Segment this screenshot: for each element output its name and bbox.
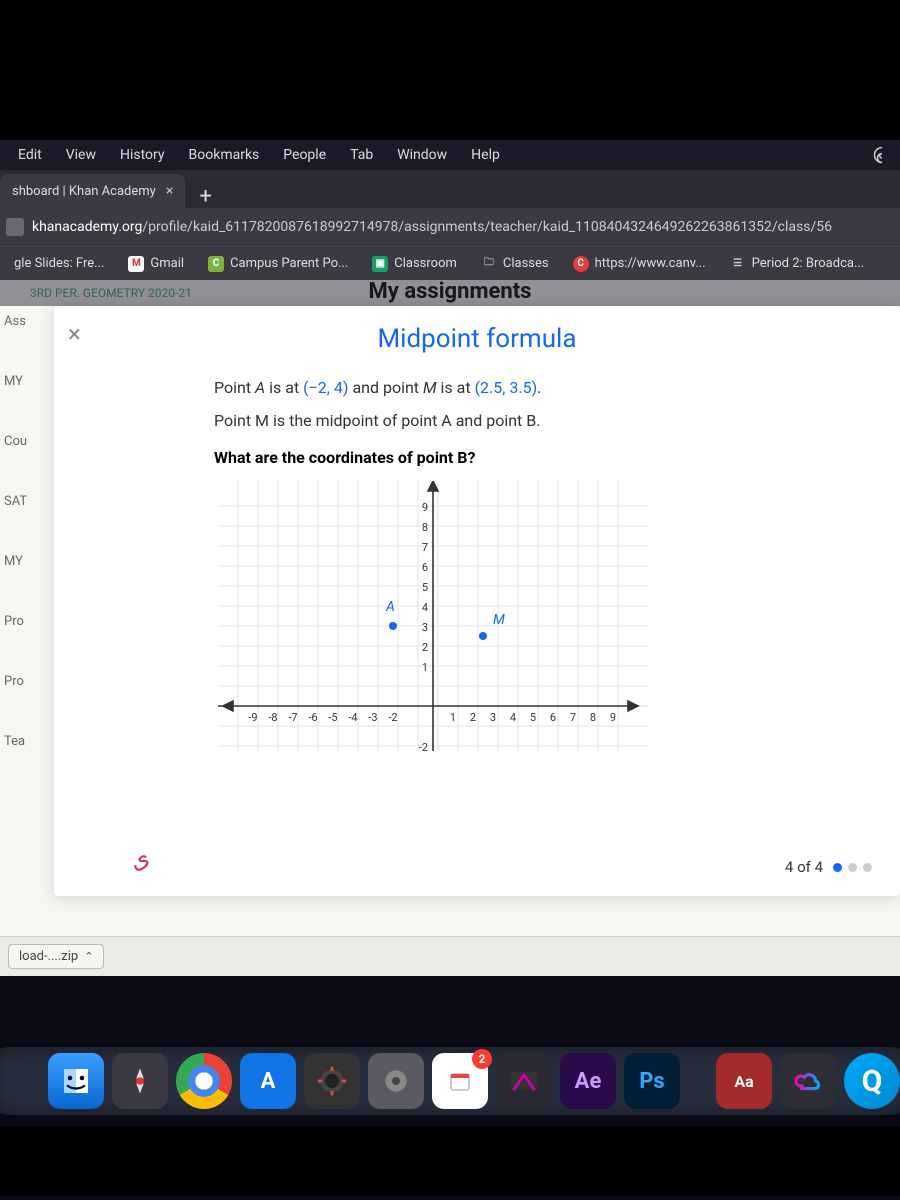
menu-window[interactable]: Window — [387, 143, 457, 167]
dock-calendar-icon[interactable]: 2 — [432, 1053, 488, 1109]
bookmark-classroom[interactable]: ▣Classroom — [362, 252, 467, 276]
menu-tab[interactable]: Tab — [340, 143, 383, 167]
svg-text:2: 2 — [470, 711, 476, 724]
gmail-icon: M — [128, 256, 144, 272]
bookmarks-bar: gle Slides: Fre... MGmail CCampus Parent… — [0, 246, 900, 280]
dock-finalcut-icon[interactable] — [496, 1053, 552, 1109]
browser-tab[interactable]: shboard | Khan Academy × — [0, 174, 185, 208]
download-filename: load-....zip — [19, 949, 78, 964]
dock-creativecloud-icon[interactable] — [780, 1053, 836, 1109]
download-chip[interactable]: load-....zip ⌃ — [8, 944, 104, 969]
problem-line-2: Point M is the midpoint of point A and p… — [214, 411, 854, 430]
address-bar[interactable]: khanacademy.org/profile/kaid_61178200876… — [0, 208, 900, 246]
sidebar-fragments: Ass MY Cou SAT MY Pro Pro Tea — [0, 306, 44, 786]
svg-text:7: 7 — [422, 541, 428, 554]
class-name: 3RD PER. GEOMETRY 2020-21 — [30, 286, 192, 300]
progress-dot — [833, 863, 842, 872]
macos-dock: A 2 Ae Ps Aa Q — [0, 1047, 900, 1115]
notification-badge: 2 — [472, 1049, 492, 1069]
svg-text:3: 3 — [490, 711, 496, 724]
dock-quickbooks-icon[interactable]: Q — [844, 1053, 900, 1109]
svg-text:-2: -2 — [419, 741, 428, 751]
svg-text:9: 9 — [610, 711, 616, 724]
coordinate-graph[interactable]: 9 8 7 6 5 4 3 2 1 -2 -9 — [218, 481, 648, 751]
progress-dot — [863, 863, 872, 872]
close-modal-button[interactable]: × — [68, 320, 81, 348]
svg-text:8: 8 — [422, 521, 428, 534]
folder-icon: 🗀 — [481, 256, 497, 272]
svg-text:9: 9 — [422, 501, 428, 514]
dock-chrome-icon[interactable] — [176, 1053, 232, 1109]
svg-text:M: M — [493, 612, 505, 628]
svg-text:4: 4 — [422, 601, 428, 614]
bookmark-campus[interactable]: CCampus Parent Po... — [198, 252, 358, 276]
svg-text:1: 1 — [450, 711, 456, 724]
svg-text:6: 6 — [550, 711, 556, 724]
svg-text:8: 8 — [590, 711, 596, 724]
svg-text:-7: -7 — [288, 711, 297, 724]
point-m[interactable] — [479, 632, 487, 640]
menubar-app-icon[interactable] — [872, 145, 892, 165]
browser-tab-strip: shboard | Khan Academy × + — [0, 170, 900, 208]
svg-text:-6: -6 — [308, 711, 317, 724]
bookmark-classes[interactable]: 🗀Classes — [471, 252, 559, 276]
dock-appstore-icon[interactable]: A — [240, 1053, 296, 1109]
macos-menu-bar: Edit View History Bookmarks People Tab W… — [0, 140, 900, 170]
svg-text:5: 5 — [422, 581, 428, 594]
menu-edit[interactable]: Edit — [8, 143, 52, 167]
new-tab-button[interactable]: + — [185, 186, 225, 208]
site-info-icon[interactable] — [6, 218, 24, 236]
svg-text:5: 5 — [530, 711, 536, 724]
svg-text:6: 6 — [422, 561, 428, 574]
menu-people[interactable]: People — [273, 143, 336, 167]
svg-text:2: 2 — [422, 641, 428, 654]
dock-dictionary-icon[interactable]: Aa — [716, 1053, 772, 1109]
bookmark-slides[interactable]: gle Slides: Fre... — [4, 252, 114, 275]
dock-settings-icon[interactable] — [368, 1053, 424, 1109]
svg-text:-8: -8 — [268, 711, 277, 724]
dock-aftereffects-icon[interactable]: Ae — [560, 1053, 616, 1109]
svg-text:-2: -2 — [388, 711, 397, 724]
problem-line-1: Point A is at (−2, 4) and point M is at … — [214, 378, 854, 397]
svg-text:-5: -5 — [328, 711, 337, 724]
menu-bookmarks[interactable]: Bookmarks — [179, 143, 270, 167]
progress-dot — [848, 863, 857, 872]
handwriting-annotation: ى — [125, 842, 154, 876]
campus-icon: C — [208, 256, 224, 272]
khan-header-strip: 3RD PER. GEOMETRY 2020-21 My assignments — [0, 280, 900, 306]
exercise-modal: × Midpoint formula Point A is at (−2, 4)… — [54, 306, 900, 896]
svg-text:-3: -3 — [368, 711, 377, 724]
close-icon[interactable]: × — [166, 183, 173, 199]
download-shelf: load-....zip ⌃ — [0, 936, 900, 976]
point-a[interactable] — [389, 622, 397, 630]
svg-text:3: 3 — [422, 621, 428, 634]
classroom-icon: ▣ — [372, 256, 388, 272]
canvas-icon: C — [573, 256, 589, 272]
page-title: My assignments — [369, 279, 532, 304]
svg-text:4: 4 — [510, 711, 516, 724]
dock-finder-icon[interactable] — [48, 1053, 104, 1109]
url-text: khanacademy.org/profile/kaid_61178200876… — [32, 219, 832, 235]
chevron-up-icon[interactable]: ⌃ — [84, 950, 93, 963]
bookmark-gmail[interactable]: MGmail — [118, 252, 194, 276]
tab-title: shboard | Khan Academy — [12, 184, 156, 199]
menu-view[interactable]: View — [56, 143, 106, 167]
problem-question: What are the coordinates of point B? — [214, 448, 854, 467]
svg-text:7: 7 — [570, 711, 576, 724]
dock-launchpad-icon[interactable] — [112, 1053, 168, 1109]
bookmark-canvas[interactable]: Chttps://www.canv... — [563, 252, 716, 276]
svg-text:A: A — [385, 599, 395, 615]
exercise-title: Midpoint formula — [54, 306, 900, 378]
svg-text:-9: -9 — [248, 711, 257, 724]
menu-help[interactable]: Help — [461, 143, 510, 167]
progress-indicator: 4 of 4 — [785, 858, 872, 876]
bookmark-period2[interactable]: ☰Period 2: Broadca... — [720, 252, 875, 276]
menu-history[interactable]: History — [110, 143, 175, 167]
dock-photoshop-icon[interactable]: Ps — [624, 1053, 680, 1109]
svg-text:1: 1 — [422, 661, 428, 674]
dock-photobooth-icon[interactable] — [304, 1053, 360, 1109]
list-icon: ☰ — [730, 256, 746, 272]
svg-text:-4: -4 — [348, 711, 357, 724]
